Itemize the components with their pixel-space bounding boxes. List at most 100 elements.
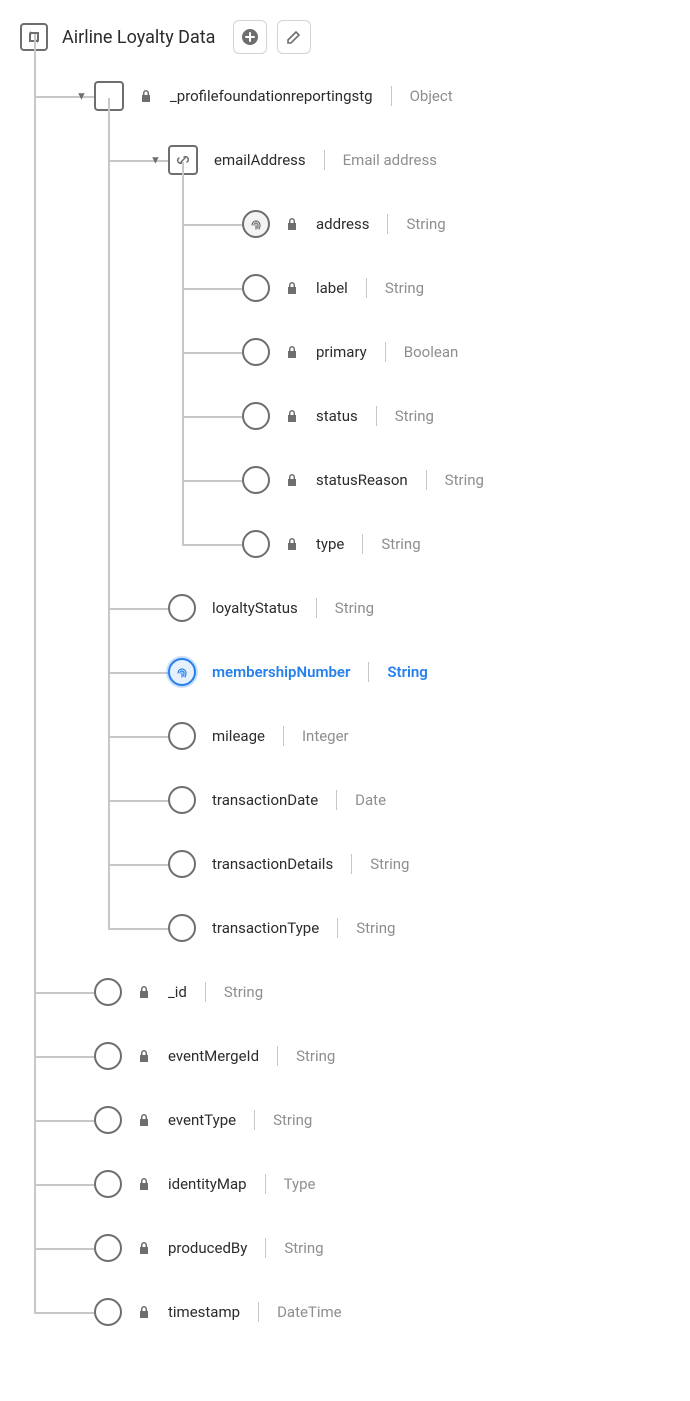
lock-icon — [140, 89, 154, 103]
field-name: transactionType — [212, 919, 319, 937]
field-type: String — [381, 535, 420, 553]
lock-icon — [138, 1305, 152, 1319]
field-node-icon — [94, 1298, 122, 1326]
chevron-down-icon[interactable]: ▼ — [150, 154, 161, 167]
lock-icon — [138, 1241, 152, 1255]
field-type: String — [395, 407, 434, 425]
tree-node[interactable]: label String — [182, 256, 670, 320]
field-name: eventType — [168, 1111, 236, 1129]
separator — [426, 470, 427, 490]
tree-node[interactable]: address String — [182, 192, 670, 256]
field-node-icon — [94, 1106, 122, 1134]
tree-node-profile[interactable]: ▼ _profilefoundationreportingstg Object — [94, 64, 670, 128]
edit-button[interactable] — [277, 20, 311, 54]
field-node-icon — [168, 786, 196, 814]
schema-title: Airline Loyalty Data — [62, 27, 215, 48]
tree-node[interactable]: timestamp DateTime — [34, 1280, 670, 1344]
field-type: Boolean — [404, 343, 459, 361]
lock-icon — [138, 1049, 152, 1063]
separator — [385, 342, 386, 362]
field-name: statusReason — [316, 471, 408, 489]
field-name: emailAddress — [214, 151, 306, 169]
separator — [337, 918, 338, 938]
field-type: String — [406, 215, 445, 233]
field-name: mileage — [212, 727, 265, 745]
field-type: String — [296, 1047, 335, 1065]
field-node-icon — [168, 914, 196, 942]
field-node-icon — [168, 850, 196, 878]
tree-node-email[interactable]: ▼ emailAddress Email address — [168, 128, 670, 192]
field-node-icon — [242, 530, 270, 558]
field-node-icon — [168, 594, 196, 622]
field-node-icon — [94, 978, 122, 1006]
field-node-icon — [242, 338, 270, 366]
field-node-icon — [242, 402, 270, 430]
tree-node[interactable]: mileage Integer — [108, 704, 670, 768]
separator — [391, 86, 392, 106]
field-type: Object — [410, 87, 453, 105]
separator — [283, 726, 284, 746]
tree-node[interactable]: status String — [182, 384, 670, 448]
lock-icon — [286, 537, 300, 551]
separator — [351, 854, 352, 874]
chevron-down-icon[interactable]: ▼ — [76, 90, 87, 103]
separator — [258, 1302, 259, 1322]
field-name: status — [316, 407, 358, 425]
separator — [254, 1110, 255, 1130]
separator — [368, 662, 369, 682]
tree-node[interactable]: transactionDate Date — [108, 768, 670, 832]
field-type: String — [385, 279, 424, 297]
field-name: membershipNumber — [212, 663, 350, 681]
field-type: Email address — [343, 151, 437, 169]
separator — [265, 1238, 266, 1258]
lock-icon — [286, 473, 300, 487]
tree-node[interactable]: _id String — [34, 960, 670, 1024]
tree-node[interactable]: statusReason String — [182, 448, 670, 512]
field-node-icon — [94, 1234, 122, 1262]
field-name: primary — [316, 343, 367, 361]
field-name: timestamp — [168, 1303, 240, 1321]
field-name: address — [316, 215, 369, 233]
tree-node[interactable]: identityMap Type — [34, 1152, 670, 1216]
separator — [336, 790, 337, 810]
tree-node[interactable]: membershipNumber String — [108, 640, 670, 704]
separator — [324, 150, 325, 170]
separator — [277, 1046, 278, 1066]
field-type: String — [273, 1111, 312, 1129]
separator — [265, 1174, 266, 1194]
separator — [205, 982, 206, 1002]
separator — [387, 214, 388, 234]
lock-icon — [286, 409, 300, 423]
lock-icon — [286, 345, 300, 359]
field-name: transactionDetails — [212, 855, 333, 873]
field-name: label — [316, 279, 348, 297]
field-type: Type — [284, 1175, 316, 1193]
separator — [316, 598, 317, 618]
tree-node[interactable]: eventType String — [34, 1088, 670, 1152]
field-name: loyaltyStatus — [212, 599, 298, 617]
lock-icon — [138, 1113, 152, 1127]
tree-node[interactable]: loyaltyStatus String — [108, 576, 670, 640]
tree-node[interactable]: eventMergeId String — [34, 1024, 670, 1088]
lock-icon — [138, 1177, 152, 1191]
tree-node[interactable]: transactionType String — [108, 896, 670, 960]
lock-icon — [286, 281, 300, 295]
field-type: String — [224, 983, 263, 1001]
fingerprint-icon — [242, 210, 270, 238]
add-field-button[interactable] — [233, 20, 267, 54]
tree-node[interactable]: type String — [182, 512, 670, 576]
field-type: String — [284, 1239, 323, 1257]
field-type: String — [387, 663, 427, 681]
field-name: type — [316, 535, 344, 553]
field-node-icon — [168, 722, 196, 750]
field-name: transactionDate — [212, 791, 318, 809]
field-type: Integer — [302, 727, 349, 745]
field-type: DateTime — [277, 1303, 342, 1321]
field-type: Date — [355, 791, 386, 809]
field-node-icon — [242, 274, 270, 302]
field-name: identityMap — [168, 1175, 247, 1193]
tree-node[interactable]: transactionDetails String — [108, 832, 670, 896]
tree-node[interactable]: producedBy String — [34, 1216, 670, 1280]
field-node-icon — [242, 466, 270, 494]
tree-node[interactable]: primary Boolean — [182, 320, 670, 384]
